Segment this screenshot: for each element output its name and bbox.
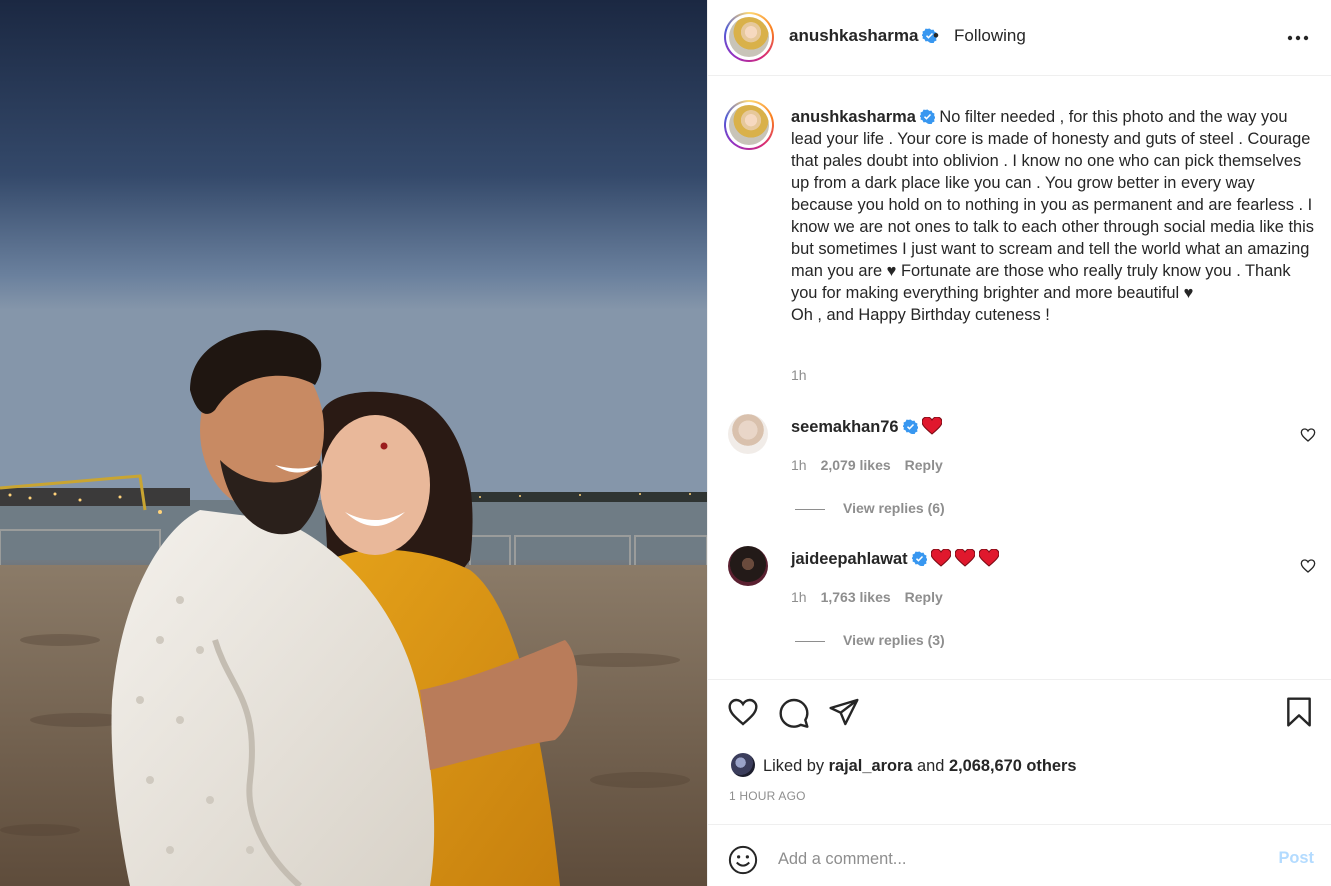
comment-time[interactable]: 1h (791, 457, 807, 473)
author-avatar[interactable] (724, 12, 774, 62)
comment-meta: 1h 2,079 likes Reply (791, 457, 957, 473)
view-replies-label: View replies (6) (843, 500, 945, 516)
heart-emoji-icon (978, 549, 999, 567)
heart-emoji-icon (921, 417, 942, 435)
comment-likes[interactable]: 2,079 likes (821, 457, 891, 473)
verified-badge-icon (911, 551, 927, 566)
comment-input[interactable] (778, 845, 1238, 873)
liked-by-and: and (917, 757, 945, 775)
post-actions: Liked by rajal_arora and 2,068,670 other… (708, 679, 1331, 824)
likes-count[interactable]: 2,068,670 others (949, 757, 1077, 775)
liker-username[interactable]: rajal_arora (829, 757, 913, 775)
add-comment-bar: Post (708, 824, 1331, 886)
post-details-panel: anushkasharma • Following anushkasharma … (707, 0, 1331, 886)
commenter-avatar[interactable] (728, 546, 768, 586)
caption-text: No filter needed , for this photo and th… (791, 108, 1314, 324)
replies-divider (795, 640, 825, 642)
header-separator: • (933, 26, 939, 45)
liked-by-summary: Liked by rajal_arora and 2,068,670 other… (731, 753, 1077, 777)
comment-item: seemakhan76 1h 2,079 likes Reply View repl… (708, 410, 1331, 530)
emoji-smiley-icon[interactable] (728, 845, 758, 875)
heart-emoji-icon (930, 549, 951, 567)
comment-icon[interactable] (778, 696, 810, 728)
caption-avatar[interactable] (724, 100, 774, 150)
comment-like-icon[interactable] (1300, 558, 1316, 574)
author-username-row: anushkasharma (789, 26, 938, 46)
following-button[interactable]: Following (954, 26, 1026, 46)
author-username[interactable]: anushkasharma (789, 26, 918, 45)
comment-time[interactable]: 1h (791, 589, 807, 605)
verified-badge-icon (919, 109, 935, 124)
photo-illustration (0, 0, 707, 886)
share-icon[interactable] (828, 696, 860, 728)
comment-like-icon[interactable] (1300, 427, 1316, 443)
replies-divider (795, 508, 825, 510)
comment-likes[interactable]: 1,763 likes (821, 589, 891, 605)
view-replies-label: View replies (3) (843, 632, 945, 648)
like-heart-icon[interactable] (727, 696, 759, 728)
commenter-username[interactable]: seemakhan76 (791, 418, 899, 436)
commenter-avatar[interactable] (728, 414, 768, 454)
caption-time[interactable]: 1h (791, 367, 807, 383)
reply-button[interactable]: Reply (905, 457, 943, 473)
caption-username[interactable]: anushkasharma (791, 108, 916, 126)
post-photo[interactable] (0, 0, 707, 886)
comment-text-row: seemakhan76 (791, 417, 942, 437)
comment-text-row: jaideepahlawat (791, 549, 999, 569)
liker-avatar[interactable] (731, 753, 755, 777)
comment-item: jaideepahlawat 1h 1,763 likes Reply View r… (708, 542, 1331, 662)
liked-by-prefix: Liked by (763, 757, 825, 775)
post-comment-button[interactable]: Post (1278, 849, 1314, 868)
view-replies-button[interactable]: View replies (6) (795, 500, 945, 516)
heart-emoji-icon (954, 549, 975, 567)
verified-badge-icon (902, 419, 918, 434)
comment-meta: 1h 1,763 likes Reply (791, 589, 957, 605)
post-timestamp[interactable]: 1 HOUR AGO (729, 789, 806, 803)
bookmark-icon[interactable] (1283, 696, 1315, 728)
post-header: anushkasharma • Following (708, 0, 1331, 76)
more-options-icon[interactable] (1286, 28, 1310, 48)
caption: anushkasharma No filter needed , for thi… (791, 106, 1316, 326)
view-replies-button[interactable]: View replies (3) (795, 632, 945, 648)
reply-button[interactable]: Reply (905, 589, 943, 605)
commenter-username[interactable]: jaideepahlawat (791, 550, 908, 568)
